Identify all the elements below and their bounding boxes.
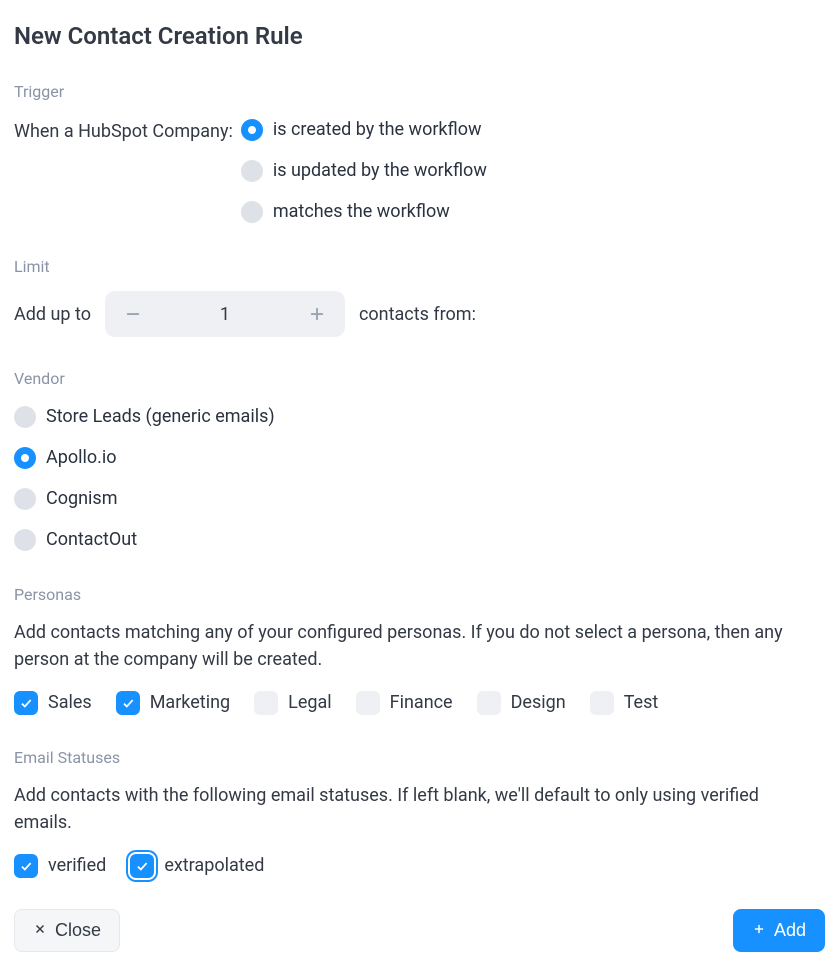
minus-icon bbox=[124, 305, 142, 323]
dialog-footer: Close Add bbox=[14, 909, 825, 952]
limit-label: Limit bbox=[14, 255, 825, 279]
personas-description: Add contacts matching any of your config… bbox=[14, 619, 814, 673]
email-status-option-label: extrapolated bbox=[164, 852, 264, 879]
plus-icon bbox=[308, 305, 326, 323]
trigger-option-label: is created by the workflow bbox=[273, 116, 482, 143]
limit-stepper[interactable]: 1 bbox=[105, 291, 345, 337]
trigger-option-label: is updated by the workflow bbox=[273, 157, 487, 184]
limit-prefix: Add up to bbox=[14, 301, 91, 328]
persona-option-label: Test bbox=[624, 689, 659, 716]
trigger-option-updated[interactable]: is updated by the workflow bbox=[241, 157, 487, 184]
plus-icon bbox=[752, 920, 766, 941]
persona-option-label: Finance bbox=[390, 689, 453, 716]
persona-option-label: Legal bbox=[288, 689, 332, 716]
radio-icon bbox=[241, 160, 263, 182]
page-title: New Contact Creation Rule bbox=[14, 18, 825, 54]
vendor-option-label: Cognism bbox=[46, 485, 117, 512]
trigger-option-matches[interactable]: matches the workflow bbox=[241, 198, 487, 225]
personas-checkbox-list: Sales Marketing Legal Finance Design Tes… bbox=[14, 689, 825, 716]
vendor-option-apollo[interactable]: Apollo.io bbox=[14, 444, 825, 471]
email-status-option-extrapolated[interactable]: extrapolated bbox=[130, 852, 264, 879]
add-button-label: Add bbox=[774, 920, 806, 941]
persona-option-finance[interactable]: Finance bbox=[356, 689, 453, 716]
persona-option-label: Marketing bbox=[150, 689, 230, 716]
add-button[interactable]: Add bbox=[733, 909, 825, 952]
vendor-option-cognism[interactable]: Cognism bbox=[14, 485, 825, 512]
persona-option-legal[interactable]: Legal bbox=[254, 689, 332, 716]
stepper-value: 1 bbox=[161, 291, 289, 337]
vendor-option-store-leads[interactable]: Store Leads (generic emails) bbox=[14, 403, 825, 430]
vendor-option-label: ContactOut bbox=[46, 526, 137, 553]
stepper-decrement[interactable] bbox=[105, 291, 161, 337]
trigger-option-created[interactable]: is created by the workflow bbox=[241, 116, 487, 143]
checkbox-icon bbox=[14, 854, 38, 878]
checkbox-icon bbox=[254, 691, 278, 715]
radio-icon bbox=[241, 119, 263, 141]
email-status-option-label: verified bbox=[48, 852, 106, 879]
radio-icon bbox=[14, 406, 36, 428]
checkbox-icon bbox=[116, 691, 140, 715]
trigger-option-label: matches the workflow bbox=[273, 198, 450, 225]
vendor-radio-list: Store Leads (generic emails) Apollo.io C… bbox=[14, 403, 825, 553]
persona-option-design[interactable]: Design bbox=[477, 689, 566, 716]
checkbox-icon bbox=[130, 854, 154, 878]
vendor-section: Vendor Store Leads (generic emails) Apol… bbox=[14, 367, 825, 553]
checkbox-icon bbox=[477, 691, 501, 715]
close-button[interactable]: Close bbox=[14, 909, 120, 952]
persona-option-label: Sales bbox=[48, 689, 92, 716]
personas-section: Personas Add contacts matching any of yo… bbox=[14, 583, 825, 716]
trigger-label: Trigger bbox=[14, 80, 825, 104]
persona-option-label: Design bbox=[511, 689, 566, 716]
personas-label: Personas bbox=[14, 583, 825, 607]
email-statuses-label: Email Statuses bbox=[14, 746, 825, 770]
trigger-radio-list: is created by the workflow is updated by… bbox=[241, 116, 487, 225]
persona-option-test[interactable]: Test bbox=[590, 689, 659, 716]
radio-icon bbox=[14, 447, 36, 469]
close-icon bbox=[33, 920, 47, 941]
limit-section: Limit Add up to 1 contacts from: bbox=[14, 255, 825, 337]
checkbox-icon bbox=[590, 691, 614, 715]
email-statuses-description: Add contacts with the following email st… bbox=[14, 782, 814, 836]
checkbox-icon bbox=[356, 691, 380, 715]
trigger-prompt: When a HubSpot Company: bbox=[14, 116, 233, 145]
stepper-increment[interactable] bbox=[289, 291, 345, 337]
radio-icon bbox=[14, 529, 36, 551]
persona-option-sales[interactable]: Sales bbox=[14, 689, 92, 716]
vendor-option-label: Store Leads (generic emails) bbox=[46, 403, 275, 430]
vendor-option-label: Apollo.io bbox=[46, 444, 117, 471]
limit-suffix: contacts from: bbox=[359, 301, 476, 328]
vendor-option-contactout[interactable]: ContactOut bbox=[14, 526, 825, 553]
vendor-label: Vendor bbox=[14, 367, 825, 391]
radio-icon bbox=[241, 201, 263, 223]
checkbox-icon bbox=[14, 691, 38, 715]
trigger-section: Trigger When a HubSpot Company: is creat… bbox=[14, 80, 825, 225]
persona-option-marketing[interactable]: Marketing bbox=[116, 689, 230, 716]
email-status-option-verified[interactable]: verified bbox=[14, 852, 106, 879]
email-statuses-checkbox-list: verified extrapolated bbox=[14, 852, 825, 879]
close-button-label: Close bbox=[55, 920, 101, 941]
email-statuses-section: Email Statuses Add contacts with the fol… bbox=[14, 746, 825, 879]
radio-icon bbox=[14, 488, 36, 510]
